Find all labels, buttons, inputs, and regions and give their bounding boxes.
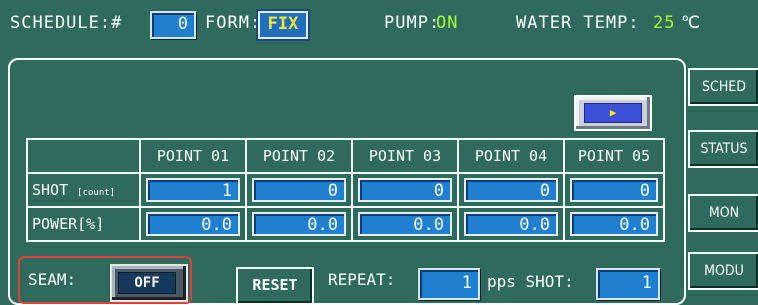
table-cell: 0	[563, 172, 665, 208]
shot-unit: [count]	[77, 188, 116, 198]
repeat-label: REPEAT:	[328, 270, 396, 289]
schedule-number-field[interactable]: 0	[150, 11, 196, 39]
power-point-04-field[interactable]: 0.0	[464, 212, 558, 236]
schedule-label: SCHEDULE:#	[10, 13, 123, 33]
water-temp-unit: ℃	[681, 13, 702, 33]
water-temp-label: WATER TEMP:	[516, 13, 640, 33]
play-icon: ▶	[584, 103, 642, 123]
shot-label: SHOT	[32, 181, 69, 199]
reset-button[interactable]: RESET	[236, 267, 314, 305]
table-cell: 0	[457, 172, 565, 208]
table-row-power: POWER[%] 0.0 0.0 0.0 0.0 0.0	[26, 206, 665, 242]
shot-point-02-field[interactable]: 0	[252, 178, 346, 202]
column-header-point-03: POINT 03	[351, 138, 459, 174]
modu-button[interactable]: MODU	[688, 252, 758, 290]
table-cell: 0.0	[351, 206, 459, 242]
table-cell: 0.0	[139, 206, 247, 242]
water-temp-value: 25	[653, 13, 676, 33]
point-table: POINT 01 POINT 02 POINT 03 POINT 04 POIN…	[26, 138, 665, 242]
header-bar: SCHEDULE:# 0 FORM: FIX PUMP: ON WATER TE…	[0, 0, 758, 52]
seam-label: SEAM:	[28, 270, 77, 289]
power-unit: [%]	[77, 215, 105, 233]
column-header-point-01: POINT 01	[139, 138, 247, 174]
table-cell: 0	[351, 172, 459, 208]
seam-toggle-button[interactable]: OFF	[110, 264, 188, 302]
shot-point-05-field[interactable]: 0	[570, 178, 658, 202]
table-corner-cell	[26, 138, 141, 174]
shot-point-01-field[interactable]: 1	[146, 178, 240, 202]
shot-point-03-field[interactable]: 0	[358, 178, 452, 202]
table-cell: 1	[139, 172, 247, 208]
column-header-point-04: POINT 04	[457, 138, 565, 174]
power-point-05-field[interactable]: 0.0	[570, 212, 658, 236]
row-label-shot: SHOT [count]	[26, 172, 141, 208]
pps-shot-label: pps SHOT:	[487, 272, 574, 291]
status-button[interactable]: STATUS	[688, 130, 758, 168]
power-point-02-field[interactable]: 0.0	[252, 212, 346, 236]
form-mode-button[interactable]: FIX	[258, 11, 308, 39]
column-header-point-02: POINT 02	[245, 138, 353, 174]
next-page-button[interactable]: ▶	[574, 95, 652, 131]
sched-button[interactable]: SCHED	[688, 68, 758, 106]
seam-toggle-label: OFF	[118, 272, 176, 294]
pump-label: PUMP:	[384, 13, 441, 33]
table-cell: 0.0	[563, 206, 665, 242]
pump-status: ON	[436, 13, 459, 33]
table-header-row: POINT 01 POINT 02 POINT 03 POINT 04 POIN…	[26, 138, 665, 174]
column-header-point-05: POINT 05	[563, 138, 665, 174]
power-point-03-field[interactable]: 0.0	[358, 212, 452, 236]
table-row-shot: SHOT [count] 1 0 0 0 0	[26, 172, 665, 208]
shot-point-04-field[interactable]: 0	[464, 178, 558, 202]
table-cell: 0	[245, 172, 353, 208]
power-point-01-field[interactable]: 0.0	[146, 212, 240, 236]
repeat-field[interactable]: 1	[418, 268, 480, 300]
mon-button[interactable]: MON	[688, 194, 758, 232]
power-label: POWER	[32, 215, 78, 233]
form-label: FORM:	[205, 13, 262, 33]
pps-shot-field[interactable]: 1	[596, 268, 660, 300]
table-cell: 0.0	[457, 206, 565, 242]
row-label-power: POWER[%]	[26, 206, 141, 242]
table-cell: 0.0	[245, 206, 353, 242]
